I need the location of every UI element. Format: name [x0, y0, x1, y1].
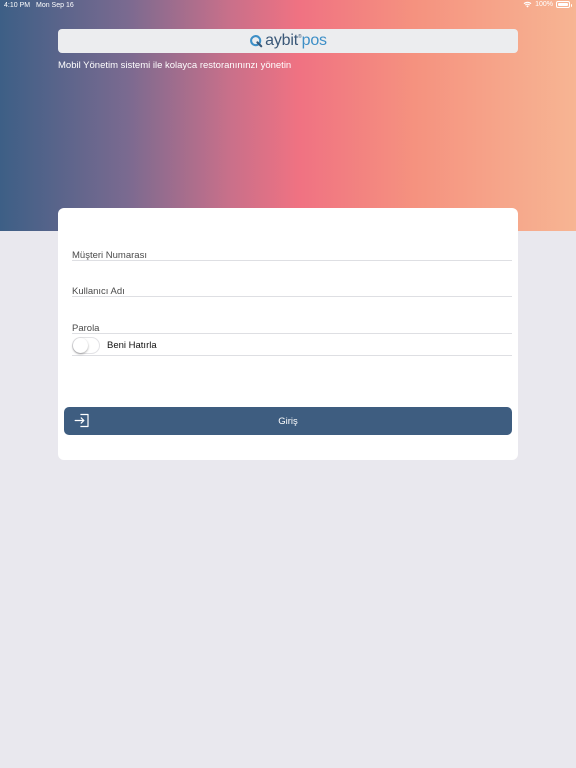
username-input[interactable]	[72, 284, 512, 299]
remember-me-label: Beni Hatırla	[107, 339, 157, 351]
battery-fill	[558, 3, 568, 6]
password-input[interactable]	[72, 321, 512, 336]
logo-text-main: aybit	[265, 32, 298, 49]
username-field	[72, 281, 512, 299]
customer-number-input[interactable]	[72, 248, 512, 263]
aybit-pos-logo: aybit ® pos	[249, 32, 327, 50]
logo-text-accent: pos	[301, 32, 327, 49]
logo-q-icon	[250, 35, 263, 48]
status-indicators: 100%	[523, 1, 572, 8]
logo-bar: aybit ® pos	[58, 29, 518, 53]
status-date: Mon Sep 16	[36, 2, 74, 9]
battery-icon	[556, 1, 572, 8]
customer-number-field	[72, 245, 512, 263]
login-button-label: Giriş	[278, 415, 298, 427]
tagline: Mobil Yönetim sistemi ile kolayca restor…	[58, 60, 292, 71]
toggle-knob	[73, 337, 88, 353]
login-button[interactable]: Giriş	[64, 407, 512, 435]
remember-me-toggle[interactable]	[72, 336, 100, 354]
logo-registered-mark: ®	[297, 34, 302, 40]
battery-percent: 100%	[535, 1, 553, 8]
login-icon	[74, 413, 89, 428]
status-bar: 4:10 PM Mon Sep 16 100%	[0, 0, 576, 12]
status-time: 4:10 PM	[4, 2, 31, 9]
remember-me-row: Beni Hatırla	[72, 335, 512, 356]
wifi-icon	[523, 1, 532, 8]
password-field	[72, 318, 512, 336]
login-card: Beni Hatırla Giriş	[58, 208, 518, 460]
